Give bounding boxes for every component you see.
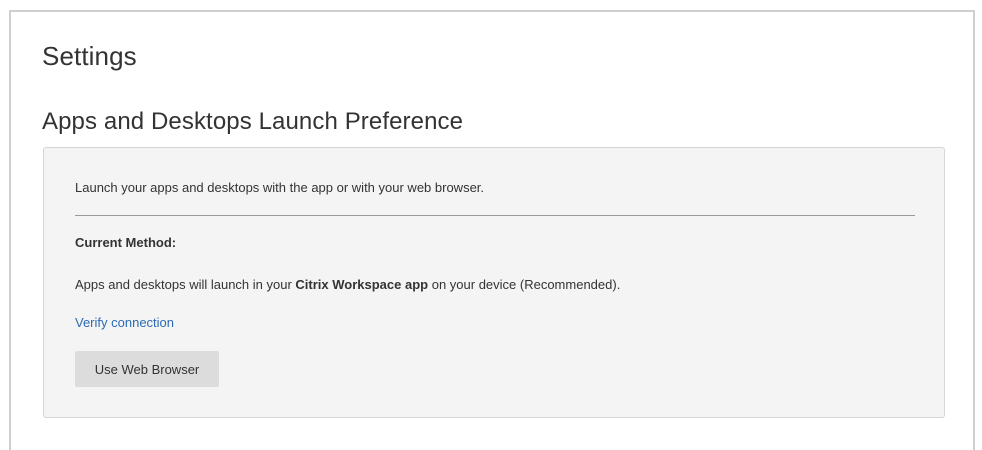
launch-preference-panel: Launch your apps and desktops with the a… <box>43 147 945 418</box>
current-method-label: Current Method: <box>75 235 177 250</box>
launch-preference-heading: Apps and Desktops Launch Preference <box>42 108 464 135</box>
panel-divider <box>75 215 915 216</box>
page-title: Settings <box>42 41 137 71</box>
current-method-text-suffix: on your device (Recommended). <box>428 277 621 292</box>
verify-connection-link[interactable]: Verify connection <box>75 315 174 330</box>
current-method-app-name: Citrix Workspace app <box>295 277 429 292</box>
current-method-text: Apps and desktops will launch in your Ci… <box>75 277 620 292</box>
use-web-browser-button[interactable]: Use Web Browser <box>75 351 219 387</box>
current-method-text-prefix: Apps and desktops will launch in your <box>75 277 296 292</box>
launch-preference-description: Launch your apps and desktops with the a… <box>75 180 485 195</box>
